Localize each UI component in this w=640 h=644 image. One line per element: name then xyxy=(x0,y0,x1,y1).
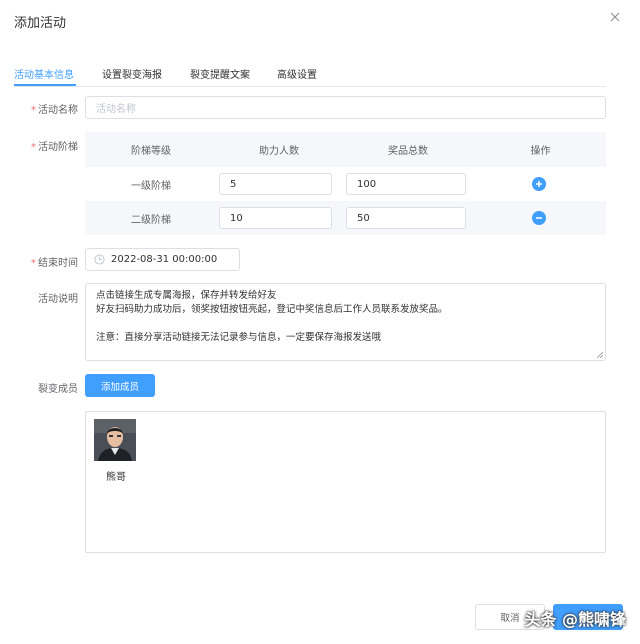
tab-reminder-copy[interactable]: 裂变提醒文案 xyxy=(190,66,250,81)
description-line: 点击链接生成专属海报，保存并转发给好友 xyxy=(96,290,277,301)
ladder-table: 阶梯等级 助力人数 奖品总数 操作 一级阶梯 5 100 二级阶梯 10 50 xyxy=(85,132,606,236)
description-line: 注意：直接分享活动链接无法记录参与信息，一定要保存海报发送哦 xyxy=(96,332,382,343)
watermark: 头条 @熊啸锋 xyxy=(524,610,626,629)
activity-name-input[interactable]: 活动名称 xyxy=(85,96,606,119)
description-line: 好友扫码助力成功后，领奖按钮按钮亮起，登记中奖信息后工作人员联系发放奖品。 xyxy=(96,304,448,315)
header-level: 阶梯等级 xyxy=(131,146,171,157)
description-label: 活动说明 xyxy=(38,294,78,305)
prizes-input[interactable]: 100 xyxy=(346,173,466,195)
remove-icon[interactable] xyxy=(532,211,546,225)
add-icon[interactable] xyxy=(532,177,546,191)
table-row: 一级阶梯 5 100 xyxy=(85,167,606,201)
helpers-input[interactable]: 5 xyxy=(219,173,332,195)
ladder-table-header: 阶梯等级 助力人数 奖品总数 操作 xyxy=(85,132,606,167)
end-time-label: * 结束时间 xyxy=(8,254,78,269)
member-name: 熊哥 xyxy=(106,472,126,483)
tab-advanced[interactable]: 高级设置 xyxy=(277,66,317,81)
add-member-button[interactable]: 添加成员 xyxy=(85,374,155,397)
avatar[interactable] xyxy=(94,419,136,461)
members-label: 裂变成员 xyxy=(38,384,78,395)
header-helpers: 助力人数 xyxy=(259,146,299,157)
description-textarea[interactable]: 点击链接生成专属海报，保存并转发给好友好友扫码助力成功后，领奖按钮按钮亮起，登记… xyxy=(85,283,606,361)
dialog-title: 添加活动 xyxy=(14,16,67,31)
header-prizes: 奖品总数 xyxy=(388,146,428,157)
end-time-picker[interactable]: 2022-08-31 00:00:00 xyxy=(85,248,240,271)
member-card: 熊哥 xyxy=(94,419,138,483)
activity-ladder-label-text: 活动阶梯 xyxy=(38,142,78,153)
member-list: 熊哥 xyxy=(85,411,606,553)
description-line xyxy=(96,317,595,331)
header-actions: 操作 xyxy=(530,146,551,157)
required-mark: * xyxy=(31,258,36,269)
activity-name-label: * 活动名称 xyxy=(8,101,78,116)
tab-poster[interactable]: 设置裂变海报 xyxy=(102,66,162,81)
end-time-label-text: 结束时间 xyxy=(38,258,78,269)
tab-basic-info[interactable]: 活动基本信息 xyxy=(14,66,74,81)
close-icon[interactable] xyxy=(608,10,622,24)
helpers-input[interactable]: 10 xyxy=(219,207,332,229)
person-photo-icon xyxy=(94,419,136,461)
clock-icon xyxy=(94,254,105,265)
row-level: 一级阶梯 xyxy=(131,180,171,192)
required-mark: * xyxy=(31,105,36,116)
required-mark: * xyxy=(31,142,36,153)
activity-ladder-label: * 活动阶梯 xyxy=(8,138,78,153)
active-tab-indicator xyxy=(14,84,76,86)
resize-grip-icon[interactable] xyxy=(597,352,603,358)
end-time-value: 2022-08-31 00:00:00 xyxy=(111,254,218,265)
row-level: 二级阶梯 xyxy=(131,214,171,226)
prizes-input[interactable]: 50 xyxy=(346,207,466,229)
tab-bar: 活动基本信息 设置裂变海报 裂变提醒文案 高级设置 xyxy=(14,60,606,87)
activity-name-label-text: 活动名称 xyxy=(38,105,78,116)
table-row: 二级阶梯 10 50 xyxy=(85,201,606,235)
